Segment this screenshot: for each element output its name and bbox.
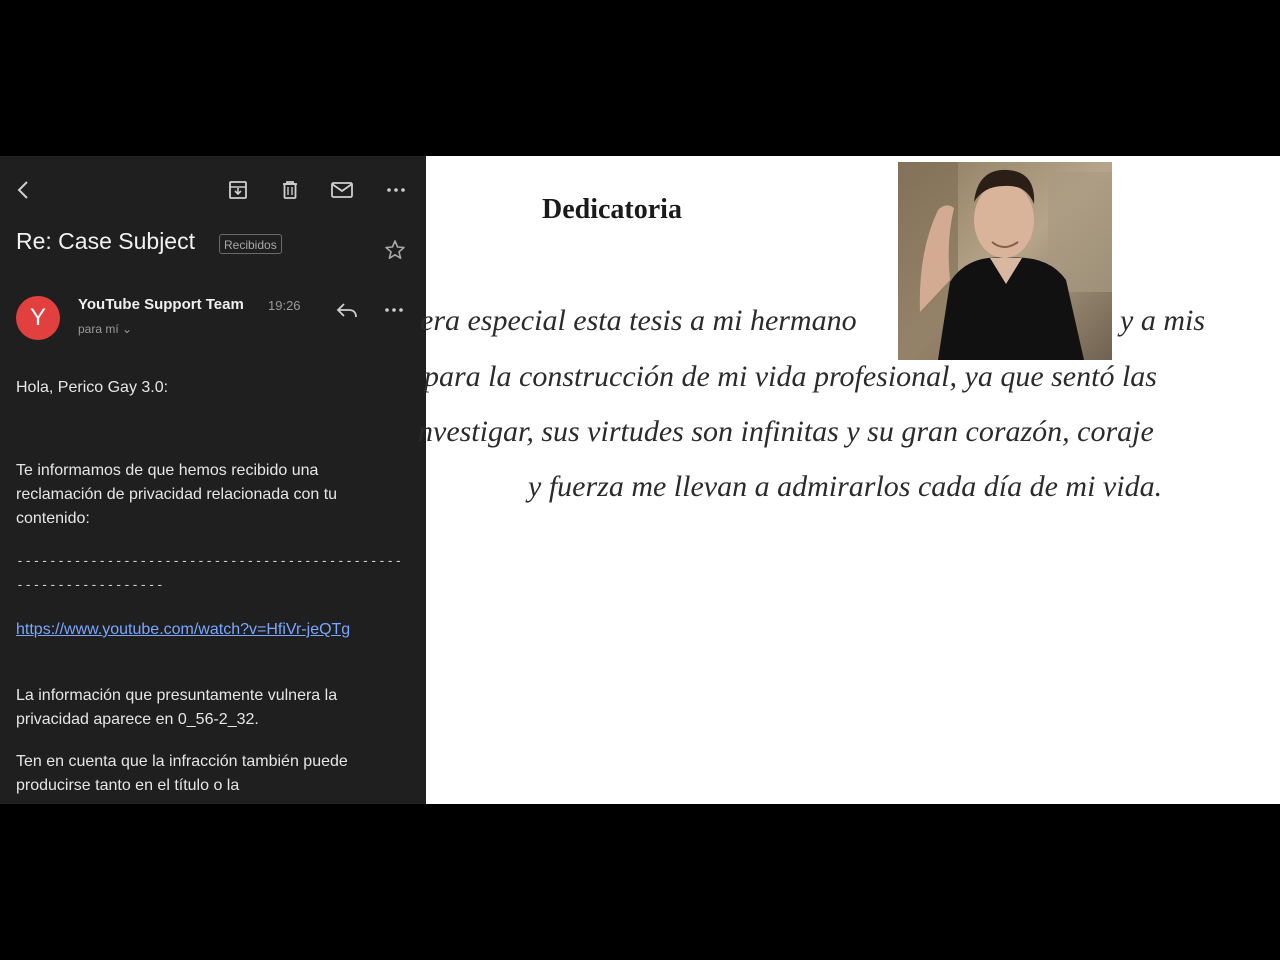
inbox-label-chip[interactable]: Recibidos: [219, 234, 282, 254]
recipient-details[interactable]: para mí ⌄: [78, 322, 132, 336]
email-intro-paragraph: Te informamos de que hemos recibido una …: [16, 462, 338, 527]
email-greeting: Hola, Perico Gay 3.0:: [16, 379, 169, 396]
more-icon[interactable]: [382, 176, 410, 204]
reply-icon[interactable]: [334, 298, 360, 327]
mail-icon[interactable]: [328, 176, 356, 204]
archive-icon[interactable]: [224, 176, 252, 204]
dedication-line-4: y fuerza me llevan a admirarlos cada día…: [528, 470, 1163, 503]
star-icon[interactable]: [383, 238, 407, 267]
email-note-paragraph: Ten en cuenta que la infracción también …: [16, 753, 348, 794]
email-subject: Re: Case Subject: [16, 228, 195, 254]
back-arrow-icon[interactable]: [10, 176, 38, 204]
screenshot-frame: Re: Case Subject Recibidos Y YouTube Sup…: [0, 156, 1280, 804]
message-more-icon[interactable]: [382, 298, 406, 327]
dedication-line-1: era especial esta tesis a mi hermano: [420, 304, 857, 337]
email-info-paragraph: La información que presuntamente vulnera…: [16, 687, 338, 728]
dedication-line-1-end: y a mis: [1120, 304, 1205, 337]
document-page: Dedicatoria era especial esta tesis a mi…: [418, 156, 1280, 804]
portrait-photo: [898, 162, 1112, 360]
document-title: Dedicatoria: [542, 194, 682, 225]
message-time: 19:26: [268, 298, 301, 313]
video-link[interactable]: https://www.youtube.com/watch?v=HfiVr-je…: [16, 618, 408, 642]
avatar[interactable]: Y: [16, 296, 60, 340]
sender-name: YouTube Support Team: [78, 296, 244, 313]
email-pane: Re: Case Subject Recibidos Y YouTube Sup…: [0, 156, 426, 804]
trash-icon[interactable]: [276, 176, 304, 204]
dedication-line-3: nvestigar, sus virtudes son infinitas y …: [418, 415, 1154, 448]
dedication-line-2: para la construcción de mi vida profesio…: [424, 360, 1157, 393]
email-divider: ----------------------------------------…: [16, 554, 403, 593]
